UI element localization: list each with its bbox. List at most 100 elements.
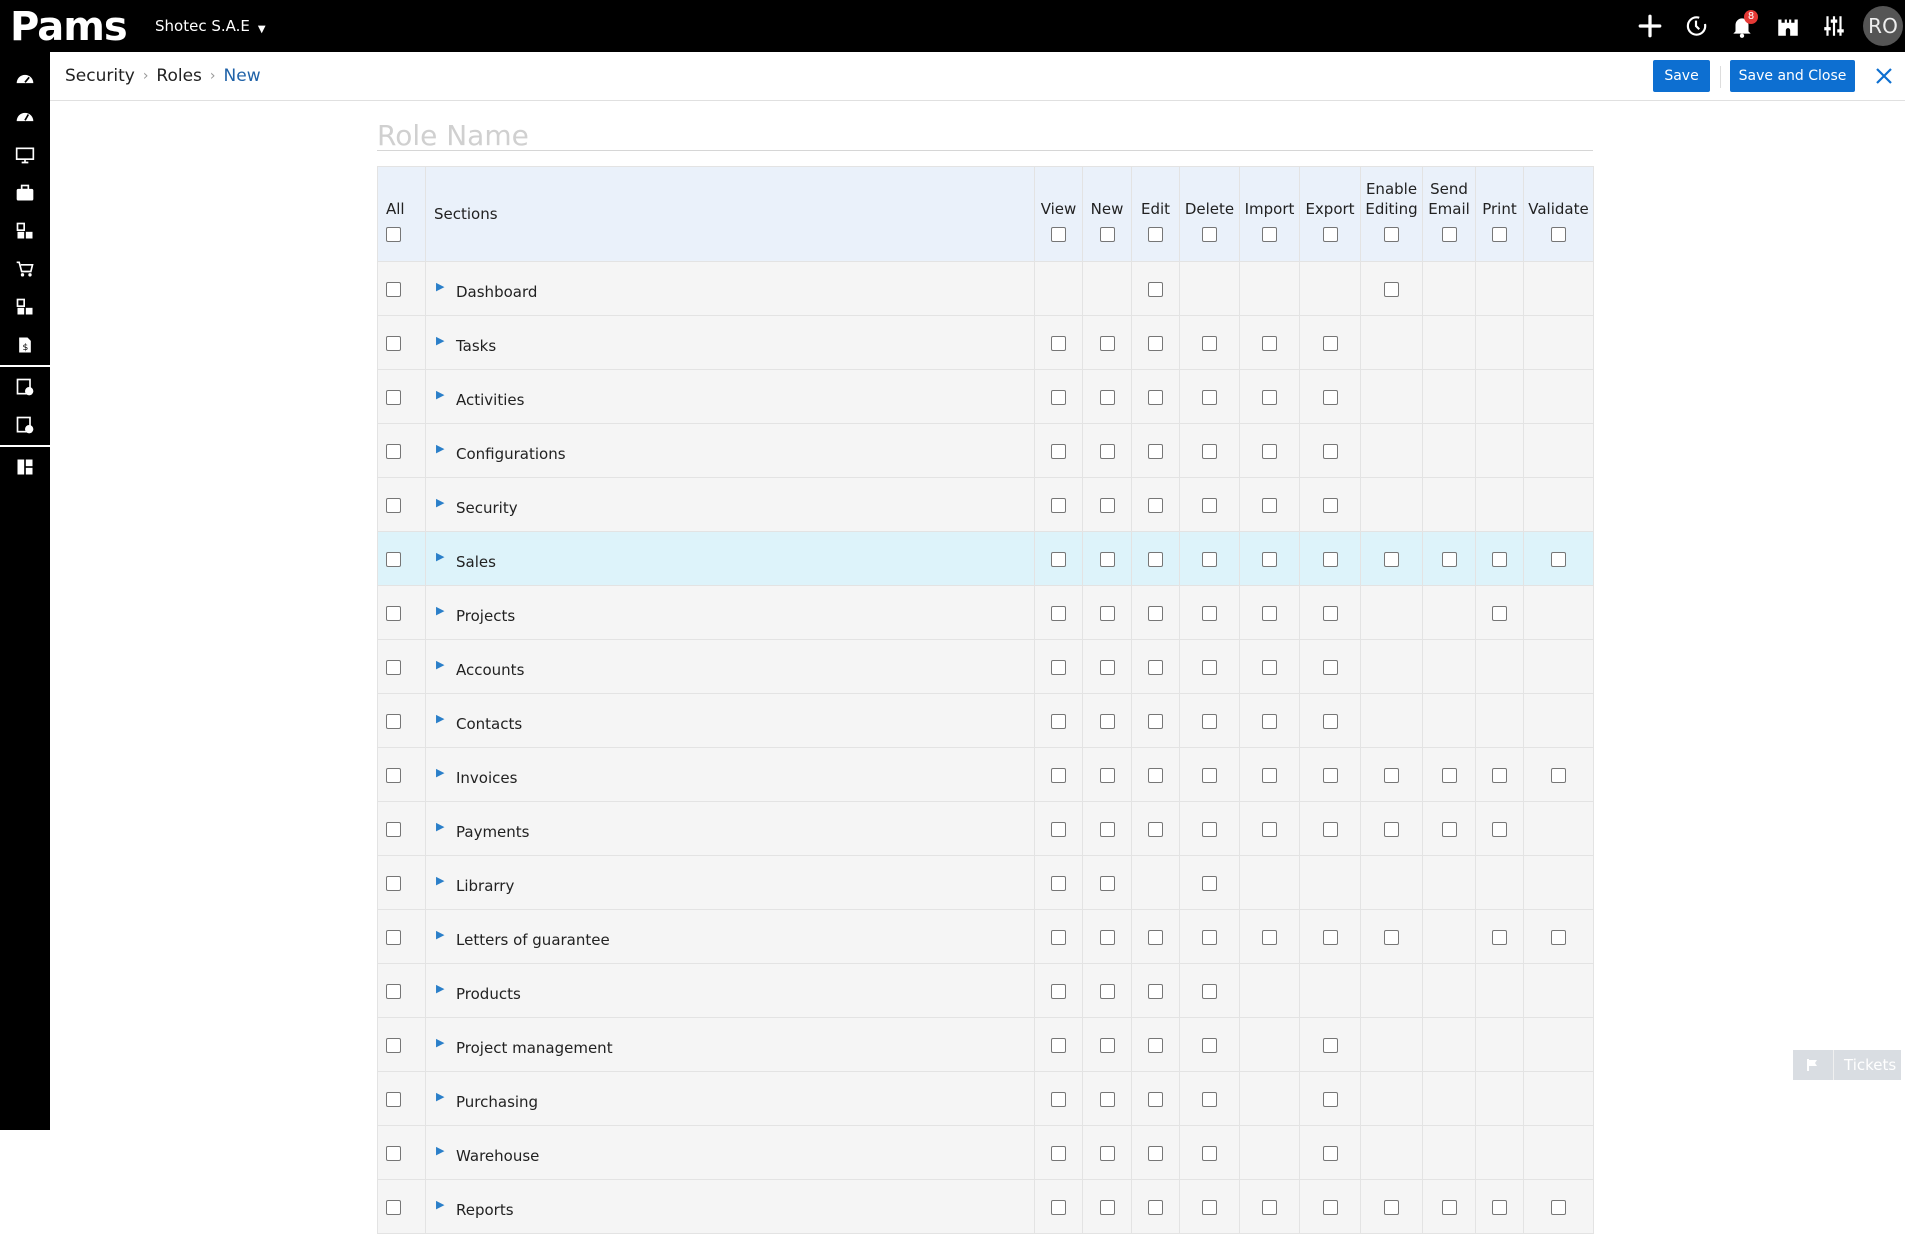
import-permission-checkbox[interactable] [1262,929,1277,945]
delete-permission-checkbox[interactable] [1202,713,1217,729]
save-and-close-button[interactable]: Save and Close [1730,60,1855,92]
view-permission-checkbox[interactable] [1051,605,1066,621]
add-button[interactable] [1627,0,1673,52]
export-permission-checkbox[interactable] [1322,767,1338,783]
enable-editing-permission-checkbox[interactable] [1384,551,1399,567]
new-permission-checkbox[interactable] [1099,1091,1115,1107]
print-permission-checkbox[interactable] [1492,551,1507,567]
view-permission-checkbox[interactable] [1051,497,1066,513]
edit-permission-checkbox[interactable] [1148,443,1163,459]
row-select-all-checkbox[interactable] [386,389,401,405]
notifications-button[interactable]: 8 [1719,0,1765,52]
row-select-all-checkbox[interactable] [386,1091,401,1107]
import-permission-checkbox[interactable] [1262,1199,1277,1215]
row-select-all-checkbox[interactable] [386,443,401,459]
sidebar-item-cart[interactable] [0,250,50,288]
row-select-all-checkbox[interactable] [386,659,401,675]
import-permission-checkbox[interactable] [1262,767,1277,783]
edit-permission-checkbox[interactable] [1148,335,1163,351]
column-new-checkbox[interactable] [1099,227,1115,242]
row-select-all-checkbox[interactable] [386,1037,401,1053]
delete-permission-checkbox[interactable] [1202,335,1217,351]
delete-permission-checkbox[interactable] [1202,659,1217,675]
column-send-email-checkbox[interactable] [1441,227,1457,242]
castle-button[interactable] [1765,0,1811,52]
view-permission-checkbox[interactable] [1051,713,1066,729]
view-permission-checkbox[interactable] [1051,659,1066,675]
sidebar-item-invoices[interactable]: $ [0,326,50,364]
send-email-permission-checkbox[interactable] [1441,551,1457,567]
new-permission-checkbox[interactable] [1099,1145,1115,1161]
enable-editing-permission-checkbox[interactable] [1384,281,1399,297]
edit-permission-checkbox[interactable] [1148,389,1163,405]
import-permission-checkbox[interactable] [1262,497,1277,513]
delete-permission-checkbox[interactable] [1202,929,1217,945]
row-select-all-checkbox[interactable] [386,875,401,891]
sidebar-item-layout[interactable] [0,448,50,486]
new-permission-checkbox[interactable] [1099,605,1115,621]
sidebar-item-documents-check[interactable] [0,368,50,406]
sidebar-item-dashboard[interactable] [0,60,50,98]
enable-editing-permission-checkbox[interactable] [1384,821,1399,837]
row-select-all-checkbox[interactable] [386,551,401,567]
view-permission-checkbox[interactable] [1051,875,1066,891]
sidebar-item-briefcase[interactable] [0,174,50,212]
breadcrumb-roles[interactable]: Roles [156,66,202,86]
delete-permission-checkbox[interactable] [1202,605,1217,621]
print-permission-checkbox[interactable] [1492,821,1507,837]
row-select-all-checkbox[interactable] [386,1145,401,1161]
import-permission-checkbox[interactable] [1262,335,1277,351]
import-permission-checkbox[interactable] [1262,659,1277,675]
validate-permission-checkbox[interactable] [1551,767,1566,783]
print-permission-checkbox[interactable] [1492,1199,1507,1215]
enable-editing-permission-checkbox[interactable] [1384,767,1399,783]
export-permission-checkbox[interactable] [1322,335,1338,351]
import-permission-checkbox[interactable] [1262,389,1277,405]
row-select-all-checkbox[interactable] [386,497,401,513]
section-expander[interactable]: ▶ Invoices [436,766,517,787]
row-select-all-checkbox[interactable] [386,713,401,729]
delete-permission-checkbox[interactable] [1202,983,1217,999]
view-permission-checkbox[interactable] [1051,1145,1066,1161]
export-permission-checkbox[interactable] [1322,497,1338,513]
section-expander[interactable]: ▶ Reports [436,1198,514,1219]
import-permission-checkbox[interactable] [1262,443,1277,459]
row-select-all-checkbox[interactable] [386,335,401,351]
edit-permission-checkbox[interactable] [1148,929,1163,945]
new-permission-checkbox[interactable] [1099,929,1115,945]
sidebar-item-modules[interactable] [0,212,50,250]
select-all-checkbox[interactable] [386,227,401,242]
edit-permission-checkbox[interactable] [1148,605,1163,621]
row-select-all-checkbox[interactable] [386,821,401,837]
new-permission-checkbox[interactable] [1099,443,1115,459]
save-button[interactable]: Save [1653,60,1710,92]
send-email-permission-checkbox[interactable] [1441,767,1457,783]
sidebar-item-documents-settings[interactable] [0,406,50,444]
edit-permission-checkbox[interactable] [1148,821,1163,837]
column-print-checkbox[interactable] [1492,227,1507,242]
export-permission-checkbox[interactable] [1322,1145,1338,1161]
print-permission-checkbox[interactable] [1492,767,1507,783]
delete-permission-checkbox[interactable] [1202,821,1217,837]
column-export-checkbox[interactable] [1322,227,1338,242]
section-expander[interactable]: ▶ Activities [436,388,524,409]
column-edit-checkbox[interactable] [1148,227,1163,242]
export-permission-checkbox[interactable] [1322,659,1338,675]
row-select-all-checkbox[interactable] [386,605,401,621]
section-expander[interactable]: ▶ Products [436,982,521,1003]
user-avatar[interactable]: RO [1863,6,1903,46]
tickets-button[interactable]: Tickets [1793,1050,1901,1080]
close-icon[interactable] [1872,64,1896,88]
column-delete-checkbox[interactable] [1202,227,1217,242]
import-permission-checkbox[interactable] [1262,605,1277,621]
new-permission-checkbox[interactable] [1099,1199,1115,1215]
export-permission-checkbox[interactable] [1322,1199,1338,1215]
view-permission-checkbox[interactable] [1051,767,1066,783]
section-expander[interactable]: ▶ Dashboard [436,280,537,301]
new-permission-checkbox[interactable] [1099,389,1115,405]
company-selector[interactable]: Shotec S.A.E ▼ [155,0,266,52]
delete-permission-checkbox[interactable] [1202,389,1217,405]
view-permission-checkbox[interactable] [1051,1091,1066,1107]
view-permission-checkbox[interactable] [1051,551,1066,567]
edit-permission-checkbox[interactable] [1148,1199,1163,1215]
